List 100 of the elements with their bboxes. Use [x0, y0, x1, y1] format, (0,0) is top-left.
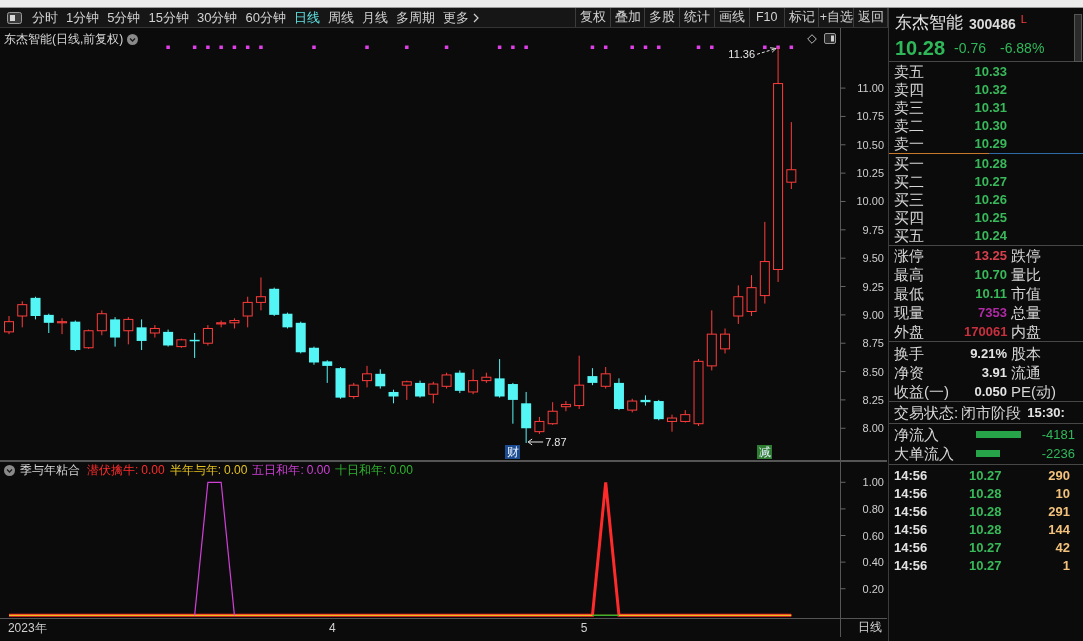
order-price: 10.33: [973, 63, 1007, 82]
y-tick-label: 8.00: [862, 422, 884, 435]
stat-value: 9.21%: [969, 344, 1007, 363]
stat-label: 量比: [1011, 265, 1041, 284]
order-label: 买一: [894, 155, 925, 173]
y-tick-label: 1.00: [862, 476, 884, 489]
x-tick-label: 减: [757, 445, 773, 459]
order-price: 10.29: [973, 135, 1007, 154]
legend-label: 十日和年:: [335, 463, 387, 477]
stat-label: 最高: [894, 265, 925, 284]
order-label: 买三: [894, 191, 925, 209]
stat-label: 现量: [894, 303, 925, 322]
stat-label: 股本: [1011, 344, 1041, 363]
trade-volume: 10: [1054, 485, 1071, 504]
stat-label: 净资: [894, 363, 925, 382]
legend-value: 0.00: [306, 463, 331, 477]
trade-price: 10.28: [969, 503, 1003, 522]
stat-value: 10.11: [974, 284, 1007, 303]
y-tick-label: 10.50: [856, 138, 884, 151]
stat-label: 市值: [1011, 284, 1041, 303]
order-label: 卖四: [894, 81, 925, 99]
legend-value: 0.00: [141, 463, 165, 477]
stat-label: 跌停: [1011, 246, 1041, 265]
x-tick-label: 5: [580, 621, 588, 635]
x-tick-label: 2023年: [7, 621, 47, 635]
stat-label: 外盘: [894, 322, 925, 341]
order-price: 10.26: [973, 191, 1007, 210]
y-tick-label: 11.00: [857, 82, 884, 95]
legend-label: 五日和年:: [252, 463, 304, 477]
x-tick-label: 财: [505, 445, 521, 459]
stat-label: 流通: [1011, 363, 1041, 382]
period-label: 日线: [858, 620, 882, 635]
stat-label: 最低: [894, 284, 925, 303]
order-label: 卖五: [894, 63, 925, 81]
trade-time: 14:56: [894, 557, 929, 576]
indicator-title: 季与年粘合: [20, 463, 80, 477]
stat-value: 170061: [964, 322, 1007, 341]
flow-label: 净流入: [894, 425, 940, 444]
trade-price: 10.28: [969, 521, 1003, 540]
order-price: 10.31: [973, 99, 1007, 118]
trade-volume: 291: [1047, 503, 1071, 522]
legend-label: 潜伏擒牛:: [87, 463, 139, 477]
y-tick-label: 0.20: [862, 582, 884, 595]
flow-value: -2236: [1040, 444, 1076, 463]
y-tick-label: 0.40: [862, 556, 884, 569]
y-tick-label: 0.80: [862, 502, 884, 515]
trade-price: 10.27: [969, 467, 1003, 486]
stat-value: 13.25: [973, 246, 1007, 265]
order-price: 10.27: [973, 173, 1007, 192]
low-price-label: 7.87: [545, 436, 567, 448]
status-label: 交易状态:: [894, 402, 959, 423]
status-value: 闭市阶段: [961, 402, 1022, 423]
stock-name: 东杰智能: [895, 12, 963, 34]
order-price: 10.25: [973, 209, 1007, 228]
legend-value: 0.00: [389, 463, 413, 477]
order-price: 10.30: [973, 117, 1007, 136]
market-label: L: [1020, 13, 1027, 25]
flow-value: -4181: [1040, 425, 1076, 444]
order-price: 10.32: [973, 81, 1007, 100]
x-tick-label: 4: [328, 621, 336, 635]
y-tick-label: 10.00: [856, 195, 884, 208]
y-tick-label: 10.25: [856, 167, 884, 180]
order-label: 卖一: [894, 135, 925, 153]
trade-volume: 144: [1047, 521, 1071, 540]
order-label: 买二: [894, 173, 925, 191]
legend-label: 半年与年:: [169, 463, 222, 477]
order-price: 10.28: [973, 155, 1007, 174]
y-tick-label: 8.25: [862, 393, 884, 406]
y-tick-label: 9.75: [862, 223, 884, 236]
trade-time: 14:56: [894, 539, 929, 558]
trade-time: 14:56: [894, 503, 929, 522]
stock-code: 300486: [969, 15, 1016, 34]
trade-volume: 1: [1061, 557, 1071, 576]
trade-time: 14:56: [894, 521, 929, 540]
order-label: 买五: [894, 227, 925, 245]
status-time: 15:30:: [1027, 403, 1065, 422]
stat-value: 0.050: [973, 382, 1007, 401]
price-change: -0.76: [954, 38, 986, 58]
stat-value: 10.70: [973, 265, 1007, 284]
order-price: 10.24: [973, 227, 1007, 246]
last-price: 10.28: [895, 36, 946, 60]
stat-label: 总量: [1011, 303, 1041, 322]
y-tick-label: 0.60: [862, 529, 884, 542]
trade-volume: 42: [1054, 539, 1071, 558]
order-label: 卖三: [894, 99, 925, 117]
y-tick-label: 9.00: [862, 308, 884, 321]
order-label: 卖二: [894, 117, 925, 135]
high-price-label: 11.36: [728, 48, 756, 61]
legend-value: 0.00: [224, 463, 248, 477]
y-tick-label: 8.75: [862, 337, 884, 350]
stat-label: PE(动): [1011, 382, 1056, 401]
y-tick-label: 8.50: [862, 365, 884, 378]
order-label: 买四: [894, 209, 925, 227]
stat-label: 内盘: [1011, 322, 1041, 341]
flow-label: 大单流入: [894, 444, 955, 463]
chart-title: 东杰智能(日线,前复权): [4, 32, 124, 46]
trade-price: 10.28: [969, 485, 1003, 504]
trade-time: 14:56: [894, 485, 929, 504]
stat-label: 换手: [894, 344, 925, 363]
stat-label: 涨停: [894, 246, 925, 265]
